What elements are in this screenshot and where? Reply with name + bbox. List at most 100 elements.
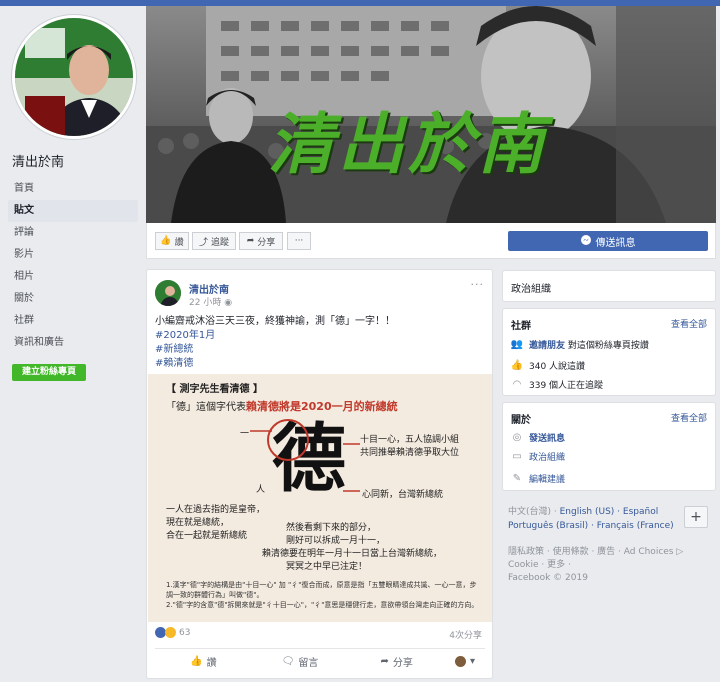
share-arrow-icon: ➦ [380,656,389,667]
like-page-label: 讚 [174,237,184,248]
language-links-1[interactable]: English (US) · Español [560,507,659,517]
send-message-button[interactable]: 傳送訊息 [508,231,708,251]
rss-icon: ⤴ [198,237,208,248]
likes-count: 340 人說這讚 [529,362,586,372]
nav-videos[interactable]: 影片 [8,244,138,266]
post-like-label: 讚 [206,658,217,669]
image-bottom-note-3: 賴清德要在明年一月十一日當上台灣新總統， [262,549,443,559]
image-bottom-note: 然後看剩下來的部分， 剛好可以拆成一月十一， 賴清德要在明年一月十一日當上台灣新… [262,522,442,574]
category-box: 政治組織 [502,270,716,302]
create-page-button[interactable]: 建立粉絲專頁 [12,364,86,381]
community-title: 社群 [511,321,531,332]
invite-friends-row: 👥 邀請朋友 對這個粉絲專頁按讚 [511,338,649,351]
nav-community[interactable]: 社群 [8,310,138,332]
image-bottom-note-4: 冥冥之中早已注定！ [286,562,368,572]
post-options-icon[interactable]: ··· [471,278,485,291]
follow-page-button[interactable]: ⤴ 追蹤 [192,232,236,250]
share-arrow-icon: ➦ [246,236,255,246]
hashtag-link[interactable]: #2020年1月 [155,329,395,343]
tag-icon: ▭ [512,451,522,462]
page-category[interactable]: 政治組織 [511,280,551,295]
thumbs-up-icon: 👍 [510,360,524,371]
image-bottom-note-2: 剛好可以拆成一月十一， [286,536,386,546]
post-timestamp[interactable]: 22 小時 ◉ [189,295,232,308]
image-label-one: 一 [240,429,250,439]
category-row: ▭ 政治組織 [511,450,565,463]
cover-photo[interactable]: 清出於南 [146,6,716,223]
messenger-icon: ◎ [512,432,522,443]
haha-reaction-icon [165,627,176,638]
suggest-edit-link[interactable]: 編輯建議 [529,472,565,485]
image-line1-prefix: 「德」這個字代表 [166,402,246,413]
post-share-button[interactable]: ➦ 分享 [348,649,445,674]
post-time-text: 22 小時 [189,298,222,308]
image-heart-note: 心同新，台灣新總統 [362,490,444,500]
post-as-selector[interactable]: ▾ [445,649,485,674]
nav-home[interactable]: 首頁 [8,178,138,200]
post-author-avatar[interactable] [155,280,181,306]
image-right-note: 十目一心，五人協調小組 共同推舉賴清德爭取大位 [360,434,459,460]
community-see-all-link[interactable]: 查看全部 [671,317,707,330]
image-right-note-1: 十目一心，五人協調小組 [360,435,460,445]
image-left-note: 一人在過去指的是皇帝， 現在就是總統， 合在一起就是新總統 [166,505,266,541]
about-see-all-link[interactable]: 查看全部 [671,411,707,424]
more-options-button[interactable]: ··· [287,232,311,250]
post-like-button[interactable]: 👍 讚 [155,649,252,674]
add-language-button[interactable]: + [684,506,708,528]
suggest-edit-row: ✎ 編輯建議 [511,472,565,485]
profile-picture[interactable] [12,15,136,139]
post-action-bar: 👍 讚 🗨 留言 ➦ 分享 ▾ [155,648,485,674]
share-count[interactable]: 4次分享 [449,628,482,641]
nav-posts[interactable]: 貼文 [8,200,138,222]
image-bottom-note-1: 然後看剩下來的部分， [286,523,377,533]
send-message-label: 傳送訊息 [595,237,636,249]
left-navigation: 首頁 貼文 評論 影片 相片 關於 社群 資訊和廣告 [8,178,138,354]
likes-row: 👍 340 人說這讚 [511,359,585,372]
about-category-link[interactable]: 政治組織 [529,450,565,463]
image-fine-print-2: 2."德"字的含意"德"拆開來就是"彳十目一心"，"彳"意思是穩健行走，意欲帶領… [166,601,479,609]
thumbs-up-icon: 👍 [190,656,203,667]
share-page-button[interactable]: ➦ 分享 [239,232,283,250]
globe-icon: ◉ [224,298,233,308]
chevron-down-icon: ▾ [470,656,476,667]
people-icon: 👥 [510,339,524,350]
about-box: 關於 查看全部 ◎ 發送訊息 ▭ 政治組織 ✎ 編輯建議 [502,402,716,491]
messenger-icon [580,234,591,248]
invite-rest: 對這個粉絲專頁按讚 [567,341,649,351]
rss-icon: ◠ [512,379,522,390]
follow-page-label: 追蹤 [211,237,230,248]
comment-icon: 🗨 [281,656,295,667]
image-right-note-2: 共同推舉賴清德爭取大位 [360,448,460,458]
language-selector: 中文(台灣) · English (US) · Español Portuguê… [508,507,674,531]
image-label-person: 人 [256,485,266,495]
cover-title: 清出於南 [268,105,548,183]
footer-copyright: Facebook © 2019 [508,573,588,583]
image-big-character: 德 [272,416,346,502]
current-language: 中文(台灣) [508,507,552,517]
image-heading: 【 測字先生看清德 】 [166,384,263,395]
post-image[interactable]: 【 測字先生看清德 】 「德」這個字代表賴清德將是2020一月的新總統 一 人 … [148,374,492,622]
send-message-link[interactable]: 發送訊息 [529,431,565,444]
hashtag-link[interactable]: #賴清德 [155,357,395,371]
send-message-row: ◎ 發送訊息 [511,431,565,444]
post-text: 小編齋戒沐浴三天三夜，終獲神諭，測「德」一字！！ #2020年1月 #新總統 #… [155,315,395,371]
invite-friends-link[interactable]: 邀請朋友 [529,341,565,351]
post-comment-button[interactable]: 🗨 留言 [252,649,349,674]
avatar-mini-icon [455,656,466,667]
hashtag-link[interactable]: #新總統 [155,343,395,357]
footer-line-2[interactable]: Cookie · 更多 · [508,559,708,572]
footer-line-1[interactable]: 隱私政策 · 使用條款 · 廣告 · Ad Choices ▷ [508,546,708,559]
language-links-2[interactable]: Português (Brasil) · Français (France) [508,521,674,531]
pencil-icon: ✎ [512,473,522,484]
nav-reviews[interactable]: 評論 [8,222,138,244]
nav-about[interactable]: 關於 [8,288,138,310]
nav-info-ads[interactable]: 資訊和廣告 [8,332,138,354]
post-card: 清出於南 22 小時 ◉ ··· 小編齋戒沐浴三天三夜，終獲神諭，測「德」一字！… [146,269,493,679]
nav-photos[interactable]: 相片 [8,266,138,288]
image-fine-print: 1.漢字"德"字的結構是由"十目一心" 加 "彳"復合而成，原意是指「五雙眼睛達… [166,580,482,610]
reaction-summary[interactable]: 63 [155,627,190,638]
reaction-count: 63 [179,627,191,638]
post-share-label: 分享 [392,658,413,669]
post-author-name[interactable]: 清出於南 [189,281,229,296]
like-page-button[interactable]: 👍 讚 [155,232,189,250]
